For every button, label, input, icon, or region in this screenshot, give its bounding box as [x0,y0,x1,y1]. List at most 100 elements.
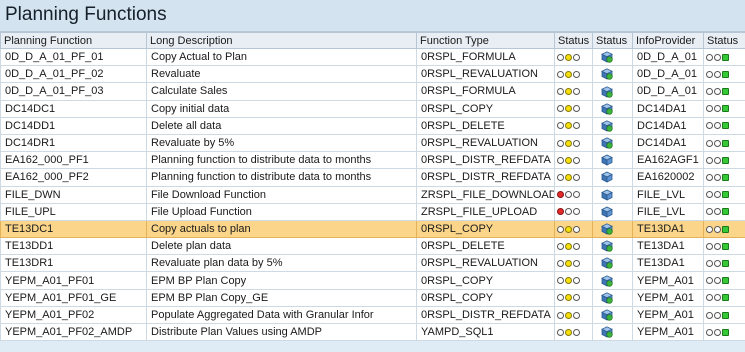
function-type-cell[interactable]: 0RSPL_COPY [416,99,555,118]
infoprovider-cell[interactable]: TE13DA1 [632,254,704,273]
status-cell[interactable] [554,202,593,221]
function-type-cell[interactable]: 0RSPL_DISTR_REFDATA [416,305,555,325]
function-type-cell[interactable]: 0RSPL_REVALUATION [416,65,555,84]
column-header-status-object[interactable]: Status [592,32,633,49]
table-row[interactable]: DC14DC1 Copy initial data 0RSPL_COPY DC14DA… [0,99,745,118]
light-status-cell[interactable] [703,99,745,118]
function-type-cell[interactable]: 0RSPL_DELETE [416,237,555,256]
column-header-function-type[interactable]: Function Type [416,32,555,49]
object-status-cell[interactable] [592,322,633,342]
table-row[interactable]: EA162_000_PF1 Planning function to distri… [0,151,745,170]
light-status-cell[interactable] [703,254,745,273]
planning-function-cell[interactable]: DC14DR1 [0,133,147,153]
status-cell[interactable] [554,271,593,290]
table-row[interactable]: DC14DD1 Delete all data 0RSPL_DELETE DC14DA… [0,116,745,135]
object-status-cell[interactable] [592,47,633,67]
column-header-status-light[interactable]: Status [703,32,745,49]
column-header-infoprovider[interactable]: InfoProvider [632,32,704,49]
table-row[interactable]: DC14DR1 Revaluate by 5% 0RSPL_REVALUATION D… [0,133,745,153]
planning-function-cell[interactable]: YEPM_A01_PF01_GE [0,288,147,307]
planning-function-cell[interactable]: FILE_UPL [0,202,147,221]
object-status-cell[interactable] [592,237,633,256]
planning-function-cell[interactable]: YEPM_A01_PF02_AMDP [0,322,147,342]
table-row[interactable]: FILE_UPL File Upload Function ZRSPL_FILE_U… [0,202,745,221]
table-row[interactable]: TE13DC1 Copy actuals to plan 0RSPL_COPY TE1… [0,219,745,239]
light-status-cell[interactable] [703,65,745,84]
planning-function-cell[interactable]: TE13DD1 [0,237,147,256]
light-status-cell[interactable] [703,219,745,239]
function-type-cell[interactable]: 0RSPL_COPY [416,271,555,290]
status-cell[interactable] [554,47,593,67]
planning-function-cell[interactable]: EA162_000_PF1 [0,151,147,170]
long-description-cell[interactable]: File Upload Function [146,202,417,221]
long-description-cell[interactable]: Planning function to distribute data to … [146,151,417,170]
infoprovider-cell[interactable]: TE13DA1 [632,219,704,239]
object-status-cell[interactable] [592,202,633,221]
status-cell[interactable] [554,168,593,187]
light-status-cell[interactable] [703,116,745,135]
long-description-cell[interactable]: Delete all data [146,116,417,135]
object-status-cell[interactable] [592,82,633,101]
light-status-cell[interactable] [703,271,745,290]
long-description-cell[interactable]: EPM BP Plan Copy [146,271,417,290]
infoprovider-cell[interactable]: YEPM_A01 [632,288,704,307]
object-status-cell[interactable] [592,99,633,118]
long-description-cell[interactable]: Calculate Sales [146,82,417,101]
column-header-planning-function[interactable]: Planning Function [0,32,147,49]
long-description-cell[interactable]: Revaluate [146,65,417,84]
status-cell[interactable] [554,133,593,153]
infoprovider-cell[interactable]: TE13DA1 [632,237,704,256]
infoprovider-cell[interactable]: EA162AGF1 [632,151,704,170]
function-type-cell[interactable]: 0RSPL_FORMULA [416,82,555,101]
infoprovider-cell[interactable]: 0D_D_A_01 [632,65,704,84]
long-description-cell[interactable]: EPM BP Plan Copy_GE [146,288,417,307]
column-header-long-description[interactable]: Long Description [146,32,417,49]
table-row[interactable]: TE13DR1 Revaluate plan data by 5% 0RSPL_RE… [0,254,745,273]
long-description-cell[interactable]: Distribute Plan Values using AMDP [146,322,417,342]
object-status-cell[interactable] [592,271,633,290]
planning-function-cell[interactable]: YEPM_A01_PF01 [0,271,147,290]
light-status-cell[interactable] [703,202,745,221]
table-row[interactable]: YEPM_A01_PF01 EPM BP Plan Copy 0RSPL_COPY Y… [0,271,745,290]
infoprovider-cell[interactable]: YEPM_A01 [632,322,704,342]
status-cell[interactable] [554,99,593,118]
light-status-cell[interactable] [703,185,745,204]
planning-function-cell[interactable]: DC14DD1 [0,116,147,135]
object-status-cell[interactable] [592,65,633,84]
function-type-cell[interactable]: 0RSPL_DISTR_REFDATA [416,168,555,187]
light-status-cell[interactable] [703,82,745,101]
light-status-cell[interactable] [703,133,745,153]
function-type-cell[interactable]: 0RSPL_REVALUATION [416,133,555,153]
planning-function-cell[interactable]: YEPM_A01_PF02 [0,305,147,325]
long-description-cell[interactable]: Planning function to distribute data to … [146,168,417,187]
table-row[interactable]: FILE_DWN File Download Function ZRSPL_FILE… [0,185,745,204]
table-row[interactable]: YEPM_A01_PF02_AMDP Distribute Plan Values… [0,322,745,342]
infoprovider-cell[interactable]: 0D_D_A_01 [632,47,704,67]
light-status-cell[interactable] [703,288,745,307]
light-status-cell[interactable] [703,151,745,170]
function-type-cell[interactable]: YAMPD_SQL1 [416,322,555,342]
long-description-cell[interactable]: Revaluate by 5% [146,133,417,153]
light-status-cell[interactable] [703,47,745,67]
table-row[interactable]: 0D_D_A_01_PF_02 Revaluate 0RSPL_REVALUATIO… [0,65,745,84]
light-status-cell[interactable] [703,322,745,342]
function-type-cell[interactable]: 0RSPL_FORMULA [416,47,555,67]
status-cell[interactable] [554,305,593,325]
status-cell[interactable] [554,82,593,101]
planning-function-cell[interactable]: TE13DC1 [0,219,147,239]
table-row[interactable]: 0D_D_A_01_PF_01 Copy Actual to Plan 0RSPL_… [0,47,745,67]
status-cell[interactable] [554,322,593,342]
table-row[interactable]: 0D_D_A_01_PF_03 Calculate Sales 0RSPL_FORM… [0,82,745,101]
table-row[interactable]: EA162_000_PF2 Planning function to distri… [0,168,745,187]
infoprovider-cell[interactable]: DC14DA1 [632,133,704,153]
object-status-cell[interactable] [592,185,633,204]
status-cell[interactable] [554,219,593,239]
object-status-cell[interactable] [592,168,633,187]
function-type-cell[interactable]: ZRSPL_FILE_DOWNLOAD [416,185,555,204]
status-cell[interactable] [554,185,593,204]
planning-function-cell[interactable]: TE13DR1 [0,254,147,273]
table-row[interactable]: YEPM_A01_PF01_GE EPM BP Plan Copy_GE 0RSPL… [0,288,745,307]
object-status-cell[interactable] [592,288,633,307]
object-status-cell[interactable] [592,133,633,153]
infoprovider-cell[interactable]: YEPM_A01 [632,305,704,325]
